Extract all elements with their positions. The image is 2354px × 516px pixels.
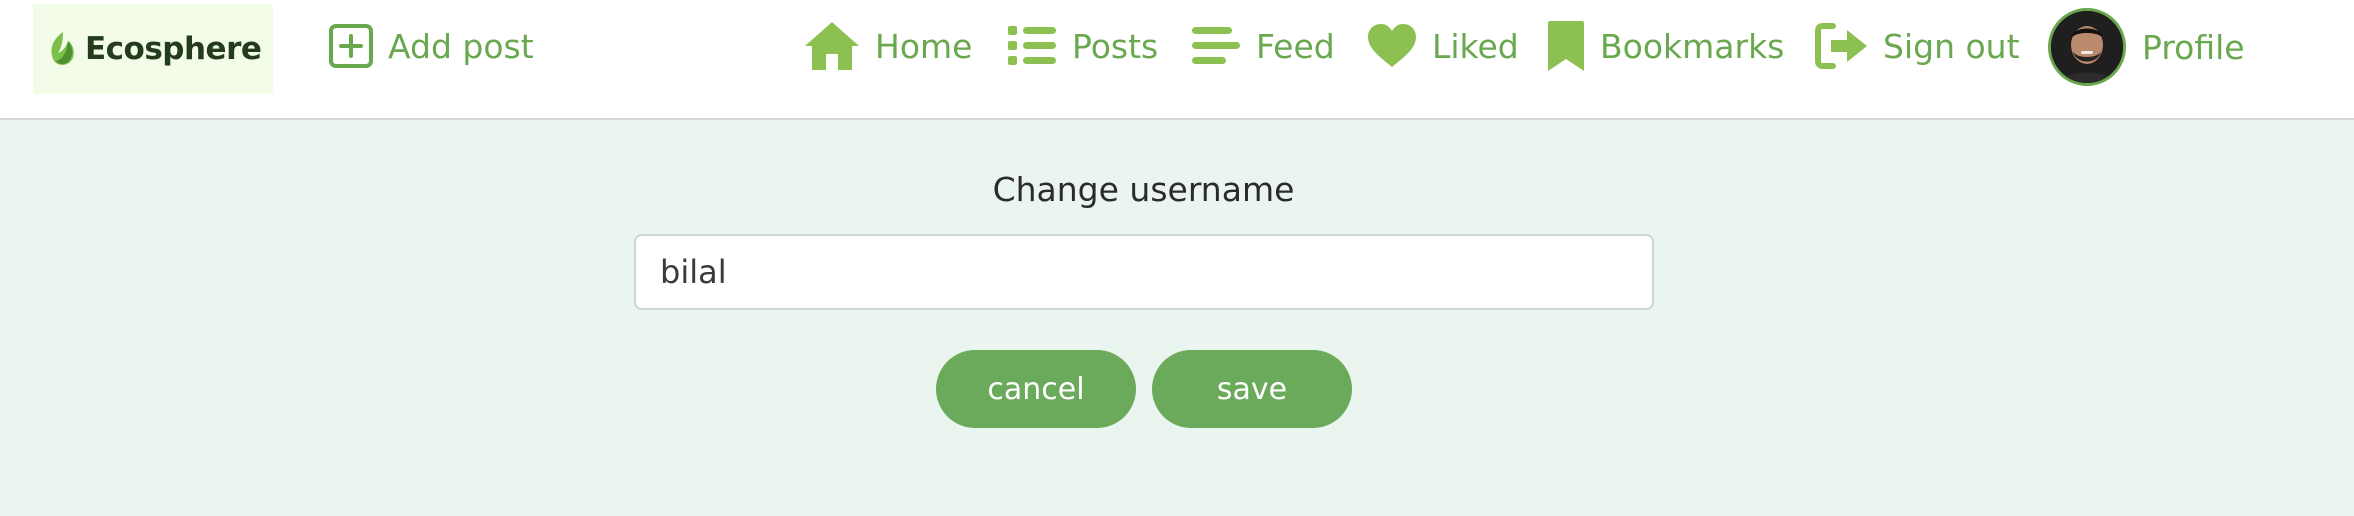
add-post-label: Add post: [388, 26, 534, 66]
brand-logo[interactable]: Ecosphere: [33, 4, 273, 94]
avatar: [2048, 8, 2126, 86]
list-icon: [1006, 23, 1058, 69]
home-icon: [803, 20, 861, 72]
nav-sign-out-label: Sign out: [1883, 26, 2020, 66]
nav-profile-label: Profile: [2142, 27, 2245, 67]
nav-posts[interactable]: Posts: [1006, 18, 1158, 74]
sign-out-icon: [1815, 22, 1869, 70]
nav-sign-out[interactable]: Sign out: [1815, 18, 2020, 74]
nav-liked-label: Liked: [1432, 26, 1519, 66]
nav-liked[interactable]: Liked: [1366, 18, 1519, 74]
save-button[interactable]: save: [1152, 350, 1352, 428]
username-input[interactable]: [634, 234, 1654, 310]
cancel-button[interactable]: cancel: [936, 350, 1136, 428]
leaf-logo-icon: [47, 29, 77, 69]
add-post-link[interactable]: Add post: [328, 18, 534, 74]
nav-profile[interactable]: Profile: [2048, 8, 2245, 86]
nav-bookmarks[interactable]: Bookmarks: [1546, 18, 1784, 74]
nav-home-label: Home: [875, 26, 973, 66]
bookmark-icon: [1546, 19, 1586, 73]
brand-name: Ecosphere: [85, 31, 262, 67]
plus-square-icon: [328, 23, 374, 69]
top-navbar: Ecosphere Add post Home Posts Feed Liked…: [0, 0, 2354, 120]
feed-lines-icon: [1190, 23, 1242, 69]
change-username-title: Change username: [992, 170, 1295, 209]
nav-home[interactable]: Home: [803, 18, 972, 74]
heart-icon: [1366, 23, 1418, 69]
nav-feed-label: Feed: [1256, 26, 1335, 66]
nav-bookmarks-label: Bookmarks: [1600, 26, 1785, 66]
nav-feed[interactable]: Feed: [1190, 18, 1335, 74]
nav-posts-label: Posts: [1072, 26, 1159, 66]
